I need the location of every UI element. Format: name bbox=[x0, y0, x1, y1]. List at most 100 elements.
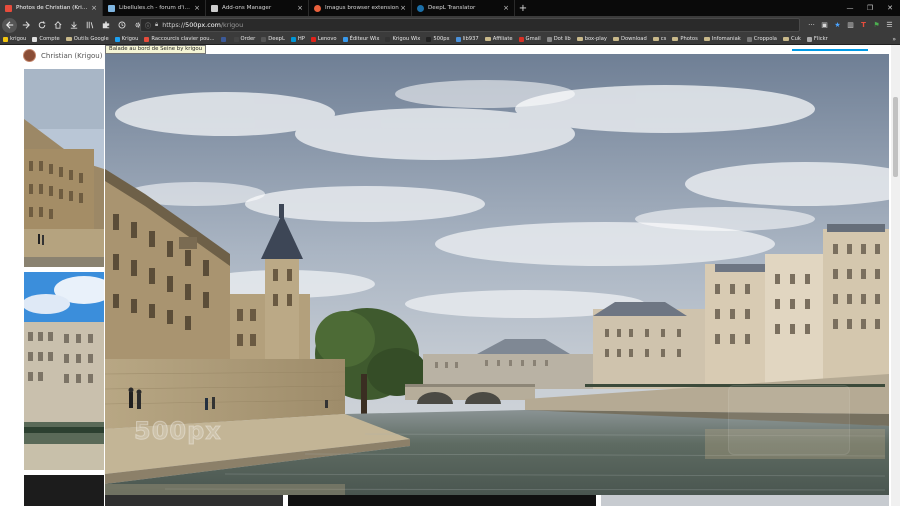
bookmark-item[interactable]: Order bbox=[233, 36, 256, 42]
bookmark-item[interactable]: Croppola bbox=[746, 36, 777, 42]
tab-imagus[interactable]: Imagus browser extension × bbox=[309, 0, 412, 16]
bookmark-item[interactable]: Infomaniak bbox=[703, 36, 741, 42]
folder-icon bbox=[484, 36, 491, 42]
bookmark-favicon-icon bbox=[220, 36, 226, 42]
downloads-button[interactable] bbox=[67, 18, 81, 32]
new-tab-button[interactable]: + bbox=[515, 0, 531, 16]
bookmark-item[interactable]: Dot lib bbox=[546, 36, 571, 42]
bookmark-favicon-icon bbox=[233, 36, 239, 42]
bookmark-label: Infomaniak bbox=[711, 36, 741, 42]
photo-thumbnail[interactable] bbox=[601, 495, 889, 506]
forward-button[interactable] bbox=[19, 18, 33, 32]
bookmark-label: Affiliate bbox=[492, 36, 513, 42]
bookmark-item[interactable]: Raccourcis clavier pou... bbox=[144, 36, 215, 42]
photo-grid-next-row bbox=[105, 495, 889, 506]
url-bar[interactable]: ⓘ 🔒︎ https:// 500px.com /krigou bbox=[140, 18, 800, 32]
sidebar-icon[interactable]: ▥ bbox=[844, 21, 857, 29]
bookmark-item[interactable]: Flickr bbox=[806, 36, 828, 42]
thumbnail-image bbox=[24, 69, 104, 267]
bookmark-item[interactable]: Éditeur Wix bbox=[342, 36, 379, 42]
photo-thumbnail[interactable] bbox=[288, 495, 596, 506]
extension-flag-icon[interactable]: ⚑ bbox=[870, 21, 883, 29]
library-icon bbox=[86, 21, 94, 29]
bookmark-label: cs bbox=[660, 36, 667, 42]
reload-button[interactable] bbox=[35, 18, 49, 32]
bookmark-item[interactable]: box-play bbox=[576, 36, 607, 42]
reload-icon bbox=[38, 21, 46, 29]
tab-libellules-forum[interactable]: Libellules.ch - forum d'informa × bbox=[103, 0, 206, 16]
tab-title: Libellules.ch - forum d'informa bbox=[119, 5, 193, 11]
menu-icon[interactable]: ☰ bbox=[883, 21, 896, 29]
lock-icon[interactable]: 🔒︎ bbox=[155, 21, 158, 29]
photo-overlay-control[interactable] bbox=[728, 385, 850, 455]
bookmark-label: DeepL bbox=[268, 36, 285, 42]
close-tab-icon[interactable]: × bbox=[399, 4, 407, 12]
bookmark-item[interactable]: Outils Google bbox=[65, 36, 109, 42]
puzzle-icon bbox=[102, 21, 110, 29]
tab-favicon-icon bbox=[417, 4, 424, 12]
bookmark-favicon-icon bbox=[518, 36, 524, 42]
puzzle-icon bbox=[211, 4, 218, 12]
photo-thumbnail[interactable] bbox=[24, 272, 104, 470]
bookmark-item[interactable]: Download bbox=[612, 36, 647, 42]
bookmark-item[interactable]: Krigou bbox=[114, 36, 138, 42]
tab-deepl[interactable]: DeepL Translator × bbox=[412, 0, 515, 16]
avatar[interactable] bbox=[23, 49, 36, 62]
bookmark-label: Croppola bbox=[753, 36, 777, 42]
photo-thumbnail[interactable] bbox=[24, 69, 104, 267]
bookmark-item[interactable]: 500px bbox=[426, 36, 450, 42]
tab-favicon-icon bbox=[108, 4, 115, 12]
bookmark-item[interactable]: Compte bbox=[32, 36, 60, 42]
bookmark-label: HP bbox=[297, 36, 305, 42]
bookmark-label: Raccourcis clavier pou... bbox=[151, 36, 215, 42]
photo-thumbnail[interactable] bbox=[24, 475, 104, 506]
close-tab-icon[interactable]: × bbox=[90, 4, 98, 12]
library-button[interactable] bbox=[83, 18, 97, 32]
navigation-toolbar: ⓘ 🔒︎ https:// 500px.com /krigou ··· ▣ ★ … bbox=[0, 16, 900, 34]
bookmark-favicon-icon bbox=[455, 36, 461, 42]
close-tab-icon[interactable]: × bbox=[502, 4, 510, 12]
bookmarks-overflow-button[interactable]: » bbox=[892, 34, 896, 44]
history-button[interactable] bbox=[115, 18, 129, 32]
profile-header[interactable]: Christian (Krigou) S bbox=[23, 49, 109, 62]
profile-name[interactable]: Christian (Krigou) S bbox=[41, 52, 109, 60]
bookmark-favicon-icon bbox=[261, 36, 267, 42]
scrollbar-thumb[interactable] bbox=[893, 97, 898, 177]
url-host: 500px.com bbox=[185, 21, 221, 29]
arrow-right-icon bbox=[22, 21, 30, 29]
folder-icon bbox=[576, 36, 583, 42]
tab-addons-manager[interactable]: Add-ons Manager × bbox=[206, 0, 309, 16]
bookmark-item[interactable]: DeepL bbox=[261, 36, 285, 42]
home-button[interactable] bbox=[51, 18, 65, 32]
bookmark-item[interactable]: Photos bbox=[672, 36, 698, 42]
bookmark-label: Order bbox=[240, 36, 256, 42]
bookmark-item[interactable]: Lenovo bbox=[310, 36, 337, 42]
close-tab-icon[interactable]: × bbox=[193, 4, 201, 12]
page-scrollbar[interactable] bbox=[891, 45, 900, 506]
bookmark-item[interactable]: krigou bbox=[3, 36, 26, 42]
pocket-icon[interactable]: ▣ bbox=[818, 21, 831, 29]
bookmark-item[interactable]: Krigou Wix bbox=[385, 36, 420, 42]
bookmark-item[interactable]: Gmail bbox=[518, 36, 541, 42]
more-actions-icon[interactable]: ··· bbox=[805, 21, 818, 29]
back-button[interactable] bbox=[2, 17, 17, 33]
bookmark-item[interactable]: lib937 bbox=[455, 36, 479, 42]
bookmark-item[interactable]: cs bbox=[652, 36, 667, 42]
info-icon[interactable]: ⓘ bbox=[145, 21, 151, 30]
thumbnail-image bbox=[24, 272, 104, 470]
bookmark-label: Lenovo bbox=[317, 36, 337, 42]
bookmark-item[interactable]: HP bbox=[290, 36, 305, 42]
bookmark-item[interactable]: Cuk bbox=[783, 36, 801, 42]
close-tab-icon[interactable]: × bbox=[296, 4, 304, 12]
tab-500px-photos[interactable]: Photos de Christian (Krigou) S × bbox=[0, 0, 103, 16]
close-window-icon[interactable]: ✕ bbox=[880, 0, 900, 16]
bookmark-star-icon[interactable]: ★ bbox=[831, 21, 844, 29]
minimize-icon[interactable]: — bbox=[840, 0, 860, 16]
extension-t-icon[interactable]: T bbox=[857, 21, 870, 29]
maximize-icon[interactable]: ❐ bbox=[860, 0, 880, 16]
bookmark-item[interactable] bbox=[220, 36, 228, 42]
addons-button[interactable] bbox=[99, 18, 113, 32]
bookmark-label: Download bbox=[620, 36, 647, 42]
photo-thumbnail[interactable] bbox=[105, 495, 283, 506]
bookmark-item[interactable]: Affiliate bbox=[484, 36, 513, 42]
